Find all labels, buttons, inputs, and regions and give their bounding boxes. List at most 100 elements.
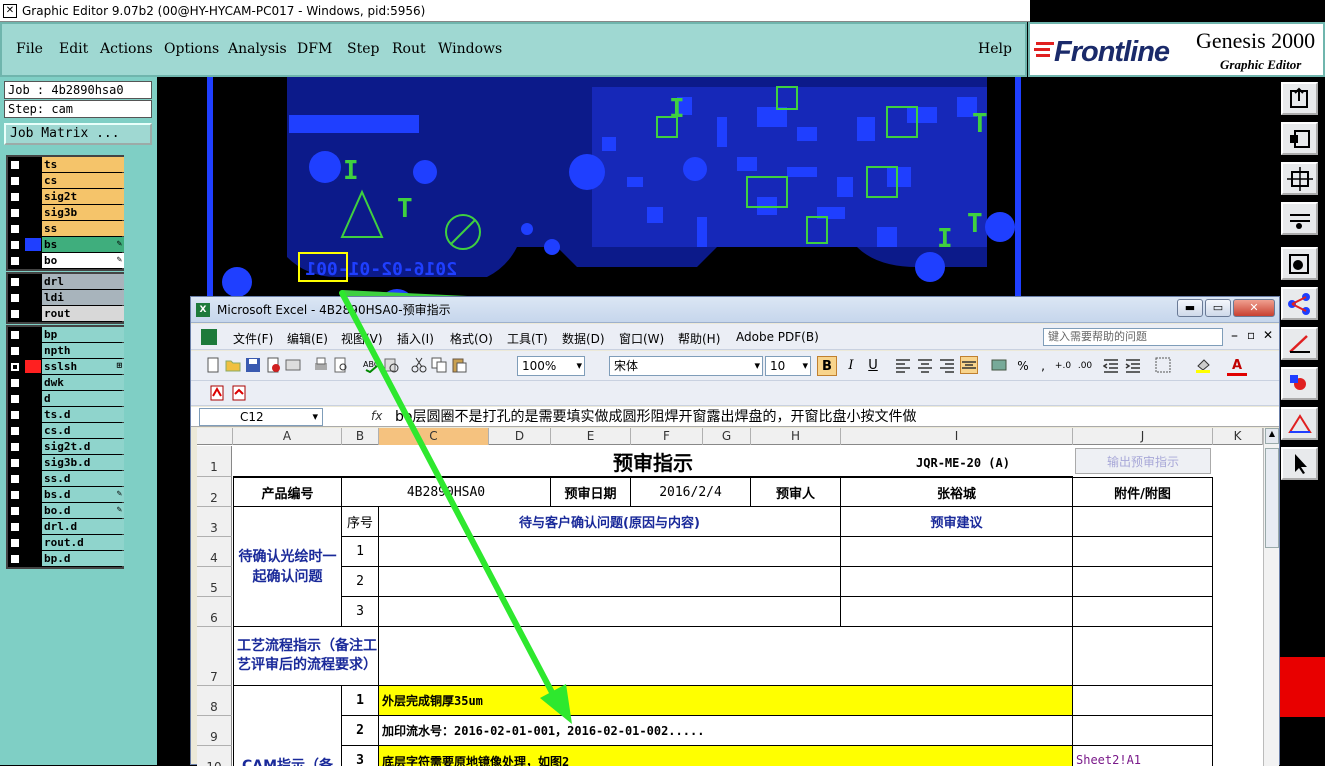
fx-icon[interactable]: fx: [371, 409, 382, 423]
spreadsheet-grid[interactable]: A B C D E F G H I J K 1 2 3 4 5 6 7 8 9 …: [197, 428, 1263, 766]
xmenu-insert[interactable]: 插入(I): [397, 330, 434, 347]
seq-cell-3[interactable]: 3: [342, 597, 379, 627]
col-header-a[interactable]: A: [233, 428, 342, 445]
layer-checkbox[interactable]: [10, 224, 20, 234]
attach-cell-5[interactable]: [1073, 567, 1213, 597]
layer-row-bo[interactable]: bo ✎: [8, 253, 124, 269]
layer-checkbox[interactable]: [10, 176, 20, 186]
issue-cell-3[interactable]: [379, 597, 841, 627]
layer-row-ts-d[interactable]: ts.d: [8, 407, 124, 423]
layer-name[interactable]: bo.d ✎: [42, 503, 124, 518]
col-header-c[interactable]: C: [379, 428, 489, 445]
layer-row-dwk[interactable]: dwk: [8, 375, 124, 391]
paste-icon[interactable]: [451, 357, 467, 373]
layer-color-swatch[interactable]: [25, 472, 41, 485]
menu-rout[interactable]: Rout: [392, 41, 426, 57]
layer-color-swatch[interactable]: [25, 291, 41, 304]
job-matrix-button[interactable]: Job Matrix ...: [4, 123, 152, 145]
layer-name[interactable]: bo ✎: [42, 253, 124, 268]
bold-button[interactable]: B: [817, 356, 837, 376]
layer-row-ss-d[interactable]: ss.d: [8, 471, 124, 487]
layer-row-cs[interactable]: cs: [8, 173, 124, 189]
issue-header[interactable]: 待与客户确认问题(原因与内容): [379, 507, 841, 537]
layer-color-swatch[interactable]: [25, 520, 41, 533]
doc-close-icon[interactable]: ✕: [1263, 328, 1273, 342]
layer-name[interactable]: sig2t.d: [42, 439, 124, 454]
reviewer-value[interactable]: 张裕城: [841, 477, 1073, 507]
cam-item-3[interactable]: 底层字符需要原地镜像处理，如图2: [379, 746, 1073, 766]
print-preview-icon[interactable]: [333, 357, 349, 373]
layer-name[interactable]: sig3b.d: [42, 455, 124, 470]
layer-color-swatch[interactable]: [25, 360, 41, 373]
layer-checkbox[interactable]: [10, 394, 20, 404]
layer-row-bp-d[interactable]: bp.d: [8, 551, 124, 567]
advice-cell-2[interactable]: [841, 567, 1073, 597]
maximize-button[interactable]: ▭: [1205, 299, 1231, 317]
cam-no-1[interactable]: 1: [342, 686, 379, 716]
seq-cell-1[interactable]: 1: [342, 537, 379, 567]
fill-color-icon[interactable]: [1195, 357, 1211, 373]
row-header-3[interactable]: 3: [197, 507, 232, 537]
minimize-button[interactable]: ▬: [1177, 299, 1203, 317]
layer-checkbox[interactable]: [10, 293, 20, 303]
layer-color-swatch[interactable]: [25, 206, 41, 219]
zoom-in-icon[interactable]: [1281, 122, 1318, 155]
xmenu-format[interactable]: 格式(O): [450, 330, 493, 347]
layer-name[interactable]: cs.d: [42, 423, 124, 438]
layer-row-d[interactable]: d: [8, 391, 124, 407]
xmenu-file[interactable]: 文件(F): [233, 330, 273, 347]
seq-label[interactable]: 序号: [342, 507, 379, 537]
layer-checkbox[interactable]: [10, 362, 20, 372]
col-header-d[interactable]: D: [489, 428, 551, 445]
doc-restore-icon[interactable]: ▫: [1247, 328, 1255, 342]
seq-cell-2[interactable]: 2: [342, 567, 379, 597]
row-header-9[interactable]: 9: [197, 716, 232, 746]
layer-row-ss[interactable]: ss: [8, 221, 124, 237]
layer-checkbox[interactable]: [10, 474, 20, 484]
layer-checkbox[interactable]: [10, 378, 20, 388]
issue-cell-1[interactable]: [379, 537, 841, 567]
doc-minimize-icon[interactable]: –: [1231, 328, 1238, 344]
layer-color-swatch[interactable]: [25, 344, 41, 357]
layer-color-swatch[interactable]: [25, 536, 41, 549]
menu-windows[interactable]: Windows: [438, 41, 502, 57]
layer-name[interactable]: bs ✎: [42, 237, 124, 252]
layer-row-ts[interactable]: ts: [8, 157, 124, 173]
layer-row-cs-d[interactable]: cs.d: [8, 423, 124, 439]
increase-indent-icon[interactable]: [1125, 357, 1141, 373]
col-header-g[interactable]: G: [703, 428, 751, 445]
layer-color-swatch[interactable]: [25, 440, 41, 453]
layer-name[interactable]: ss: [42, 221, 124, 236]
align-left-icon[interactable]: [895, 357, 911, 373]
layer-row-drl[interactable]: drl: [8, 274, 124, 290]
layer-checkbox[interactable]: [10, 442, 20, 452]
layer-name[interactable]: npth: [42, 343, 124, 358]
attach-cell-4[interactable]: [1073, 537, 1213, 567]
layer-row-sig2t[interactable]: sig2t: [8, 189, 124, 205]
layer-checkbox[interactable]: [10, 410, 20, 420]
col-header-k[interactable]: K: [1213, 428, 1263, 445]
layer-row-sig2t-d[interactable]: sig2t.d: [8, 439, 124, 455]
layer-checkbox[interactable]: [10, 208, 20, 218]
layer-name[interactable]: rout: [42, 306, 124, 321]
layer-color-swatch[interactable]: [25, 222, 41, 235]
xmenu-edit[interactable]: 编辑(E): [287, 330, 328, 347]
layer-checkbox[interactable]: [10, 160, 20, 170]
layer-name[interactable]: d: [42, 391, 124, 406]
comma-icon[interactable]: ,: [1033, 356, 1053, 376]
layer-color-swatch[interactable]: [25, 376, 41, 389]
layer-color-swatch[interactable]: [25, 254, 41, 267]
layer-color-swatch[interactable]: [25, 392, 41, 405]
layer-name[interactable]: ldi: [42, 290, 124, 305]
percent-icon[interactable]: %: [1013, 356, 1033, 376]
layer-name[interactable]: sig2t: [42, 189, 124, 204]
layer-row-bs[interactable]: bs ✎: [8, 237, 124, 253]
xmenu-view[interactable]: 视图(V): [341, 330, 383, 347]
pending-issues-label[interactable]: 待确认光绘时一起确认问题: [233, 507, 342, 627]
layer-checkbox[interactable]: [10, 458, 20, 468]
layer-checkbox[interactable]: [10, 506, 20, 516]
date-value[interactable]: 2016/2/4: [631, 477, 751, 507]
layer-row-sig3b[interactable]: sig3b: [8, 205, 124, 221]
spelling-icon[interactable]: ABC: [363, 357, 379, 373]
formula-content[interactable]: bo层圆圈不是打孔的是需要填实做成圆形阻焊开窗露出焊盘的，开窗比盘小按文件做: [395, 407, 916, 427]
